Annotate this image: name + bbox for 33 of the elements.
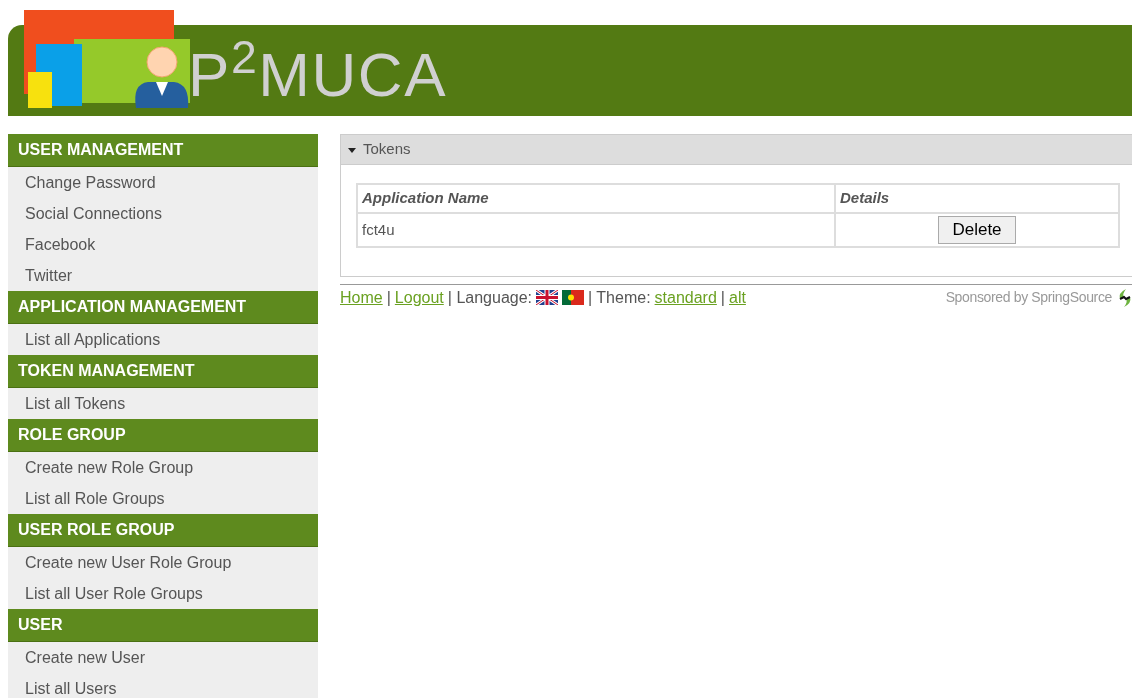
sidebar-item[interactable]: Twitter	[8, 260, 318, 291]
sidebar-item[interactable]: Social Connections	[8, 198, 318, 229]
section-header: USER	[8, 609, 318, 642]
footer-text: |	[386, 287, 391, 308]
sidebar-item[interactable]: List all Applications	[8, 324, 318, 355]
section-header: USER MANAGEMENT	[8, 134, 318, 167]
logo-icon	[24, 10, 190, 108]
section-header: TOKEN MANAGEMENT	[8, 355, 318, 388]
portugal-flag-icon[interactable]	[562, 290, 584, 305]
sidebar-item[interactable]: List all Tokens	[8, 388, 318, 419]
sidebar-item[interactable]: List all User Role Groups	[8, 578, 318, 609]
logo-text: P$^{2}$MUCA	[188, 40, 448, 110]
sidebar-item[interactable]: List all Role Groups	[8, 483, 318, 514]
footer-text: | Theme:	[588, 287, 651, 308]
table-cell: fct4u	[357, 213, 835, 247]
sidebar-item[interactable]: Create new User	[8, 642, 318, 673]
footer-text: | Language:	[447, 287, 532, 308]
sidebar-item[interactable]: Change Password	[8, 167, 318, 198]
column-header: Details	[835, 184, 1119, 213]
sidebar-item[interactable]: Create new Role Group	[8, 452, 318, 483]
sidebar-item[interactable]: Facebook	[8, 229, 318, 260]
section-header: APPLICATION MANAGEMENT	[8, 291, 318, 324]
delete-button[interactable]: Delete	[938, 216, 1016, 244]
sidebar-item[interactable]: Create new User Role Group	[8, 547, 318, 578]
section-header: ROLE GROUP	[8, 419, 318, 452]
section-header: USER ROLE GROUP	[8, 514, 318, 547]
footer-text: |	[720, 287, 725, 308]
sponsor-text: Sponsored by SpringSource	[945, 288, 1112, 307]
column-header: Application Name	[357, 184, 835, 213]
panel-header[interactable]: Tokens	[341, 135, 1132, 165]
panel-title: Tokens	[363, 139, 411, 160]
uk-flag-icon[interactable]	[536, 290, 558, 305]
sidebar-item[interactable]: List all Users	[8, 673, 318, 698]
